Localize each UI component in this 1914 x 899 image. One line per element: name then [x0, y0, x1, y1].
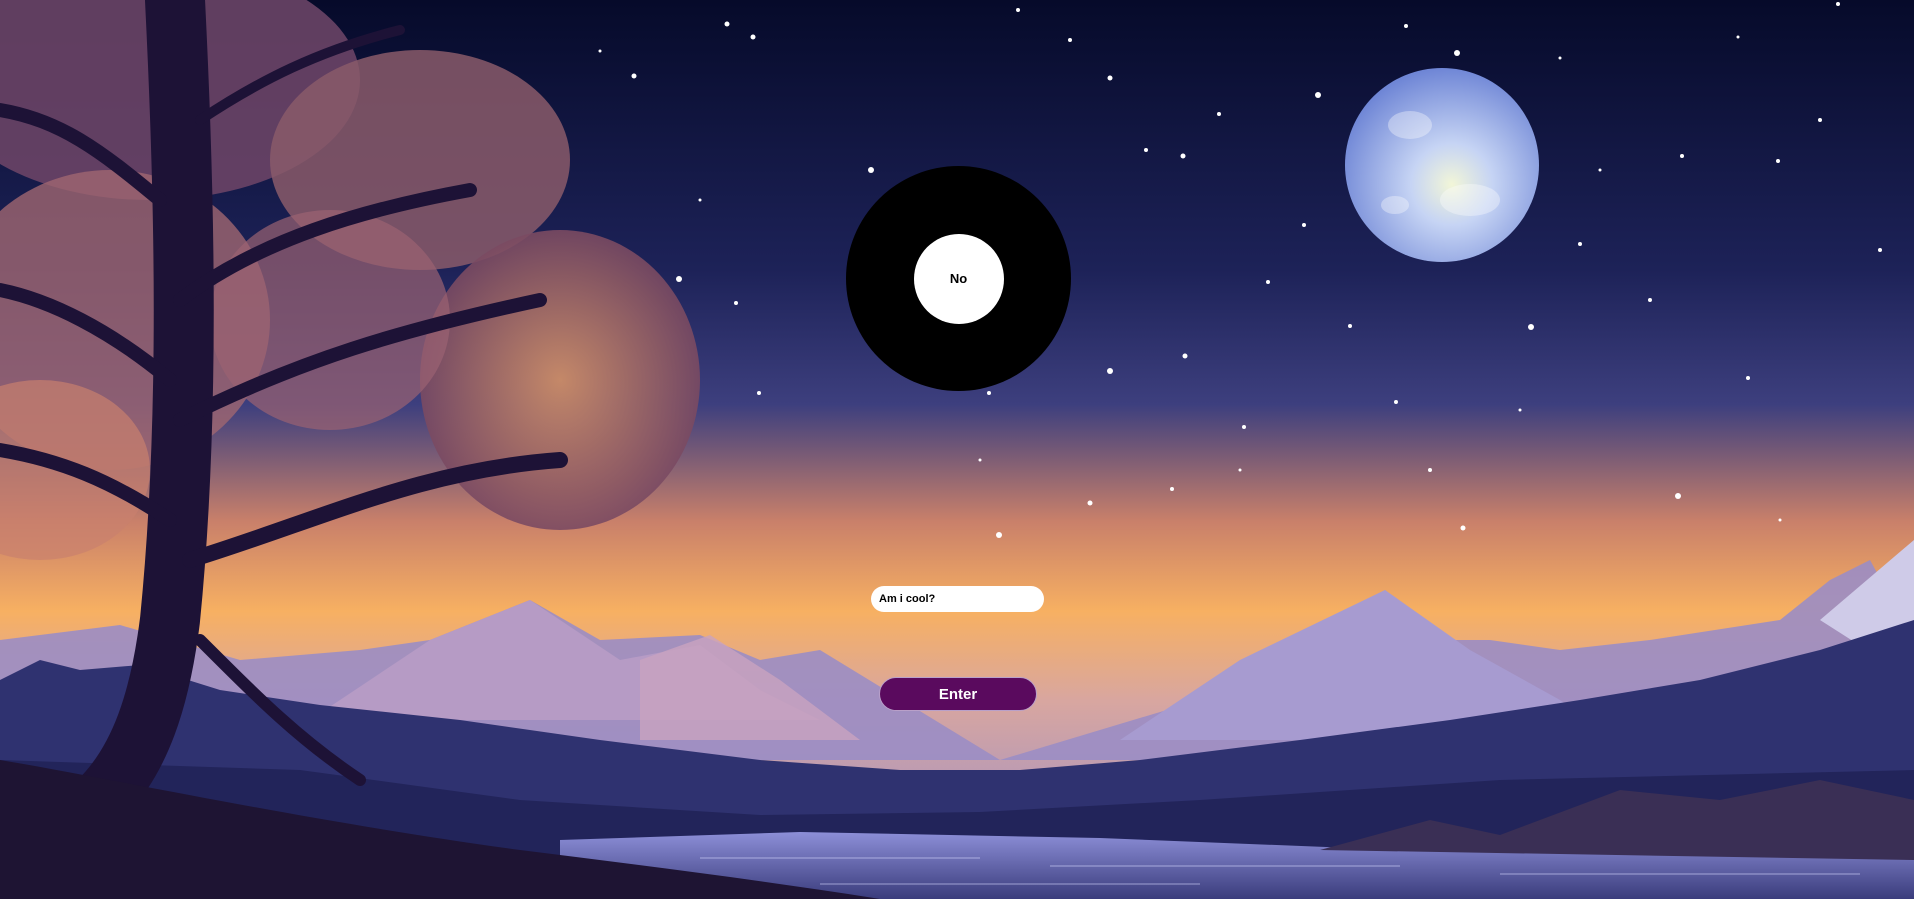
magic-8-ball[interactable]: No	[846, 166, 1071, 391]
moon	[1345, 68, 1539, 262]
answer-text: No	[949, 271, 968, 286]
night-landscape-background	[0, 0, 1914, 899]
enter-button[interactable]: Enter	[879, 677, 1037, 711]
question-input[interactable]	[871, 586, 1044, 612]
answer-window: No	[913, 233, 1004, 324]
